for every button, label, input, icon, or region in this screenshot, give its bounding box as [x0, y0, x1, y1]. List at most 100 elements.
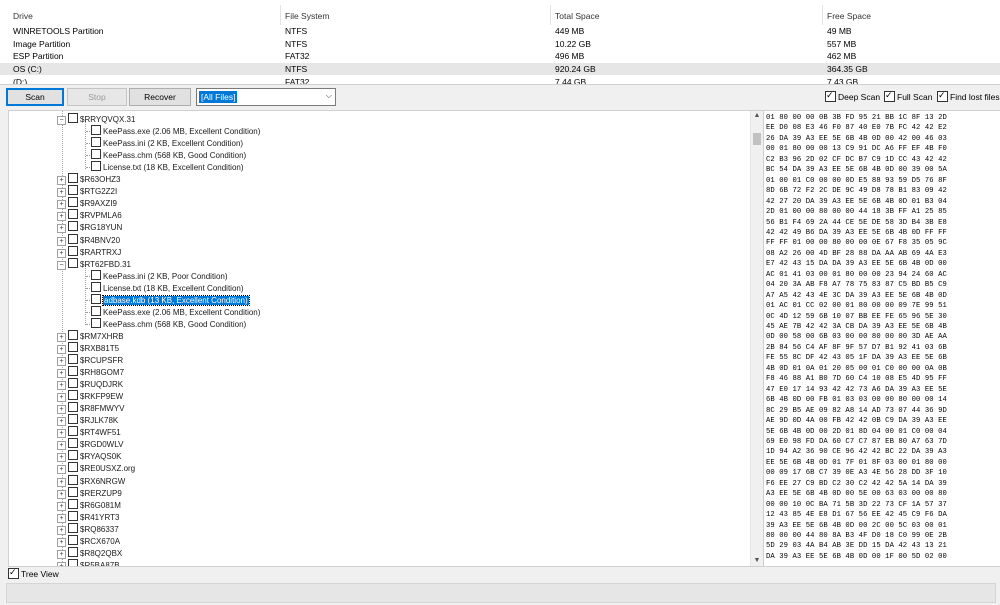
expand-icon[interactable]: +	[57, 393, 66, 403]
expand-icon[interactable]: +	[57, 357, 66, 366]
tree-item-checkbox[interactable]	[91, 305, 101, 316]
tree-item-checkbox[interactable]	[68, 522, 78, 533]
expand-icon[interactable]: +	[57, 176, 66, 186]
tree-folder-item[interactable]: + $RG18YUN	[57, 221, 122, 234]
tree-item-checkbox[interactable]	[68, 462, 78, 473]
drive-list[interactable]: Drive File System Total Space Free Space…	[0, 0, 1000, 85]
tree-folder-item[interactable]: − $RT62FBD.31	[57, 257, 131, 270]
collapse-icon[interactable]: −	[57, 260, 66, 270]
drive-row[interactable]: ESP Partition FAT32 496 MB 462 MB	[0, 50, 1000, 62]
tree-item-checkbox[interactable]	[91, 149, 101, 160]
find-lost-files-checkbox[interactable]: Find lost files	[937, 90, 1000, 103]
tree-folder-item[interactable]: + $R6G081M	[57, 498, 121, 511]
checkbox-checked-icon[interactable]	[937, 90, 948, 102]
tree-folder-item[interactable]: + $R9AXZI9	[57, 197, 117, 210]
expand-icon[interactable]: +	[57, 417, 66, 427]
tree-folder-item[interactable]: + $RQ86337	[57, 522, 119, 535]
tree-item-checkbox[interactable]	[68, 221, 78, 232]
expand-icon[interactable]: +	[57, 369, 66, 379]
recover-button[interactable]: Recover	[129, 88, 191, 106]
scroll-up-icon[interactable]: ▲	[751, 111, 763, 121]
expand-icon[interactable]: +	[57, 513, 66, 523]
tree-item-checkbox[interactable]	[91, 317, 101, 328]
tree-item-checkbox[interactable]	[68, 329, 78, 340]
tree-scrollbar[interactable]: ▲ ▼	[750, 111, 763, 566]
expand-icon[interactable]: +	[57, 549, 66, 559]
tree-folder-item[interactable]: + $R63OHZ3	[57, 173, 120, 186]
tree-item-checkbox[interactable]	[68, 245, 78, 256]
tree-item-checkbox[interactable]	[68, 209, 78, 220]
tree-item-checkbox[interactable]	[91, 281, 101, 292]
collapse-icon[interactable]: −	[57, 116, 66, 125]
expand-icon[interactable]: +	[57, 537, 66, 547]
drive-row[interactable]: Image Partition NTFS 10.22 GB 557 MB	[0, 38, 1000, 50]
drive-row[interactable]: (D:) FAT32 7.44 GB 7.43 GB	[0, 76, 1000, 84]
expand-icon[interactable]: +	[57, 188, 66, 198]
tree-item-checkbox[interactable]	[68, 426, 78, 437]
tree-item-checkbox[interactable]	[91, 161, 101, 172]
tree-folder-item[interactable]: + $R8FMWYV	[57, 402, 124, 415]
tree-item-checkbox[interactable]	[91, 269, 101, 280]
scroll-down-icon[interactable]: ▼	[751, 556, 763, 566]
tree-item-checkbox[interactable]	[68, 474, 78, 485]
tree-item-checkbox[interactable]	[68, 486, 78, 497]
tree-folder-item[interactable]: + $RKFP9EW	[57, 390, 123, 403]
tree-item-checkbox[interactable]	[68, 354, 78, 364]
tree-item-checkbox[interactable]	[68, 414, 78, 425]
tree-folder-item[interactable]: + $RARTRXJ	[57, 245, 121, 258]
expand-icon[interactable]: +	[57, 212, 66, 222]
tree-item-checkbox[interactable]	[68, 450, 78, 461]
drive-row[interactable]: WINRETOOLS Partition NTFS 449 MB 49 MB	[0, 25, 1000, 37]
expand-icon[interactable]: +	[57, 501, 66, 511]
tree-item-checkbox[interactable]	[68, 173, 78, 184]
tree-item-checkbox[interactable]	[68, 390, 78, 401]
tree-item-checkbox[interactable]	[68, 534, 78, 545]
tree-item-checkbox[interactable]	[68, 402, 78, 413]
tree-item-checkbox[interactable]	[68, 378, 78, 389]
expand-icon[interactable]: +	[57, 224, 66, 234]
tree-item-checkbox[interactable]	[68, 197, 78, 208]
tree-item-checkbox[interactable]	[68, 341, 78, 352]
tree-folder-item[interactable]: + $RXB81T5	[57, 341, 119, 354]
tree-item-checkbox[interactable]	[68, 498, 78, 509]
column-header-drive[interactable]: Drive	[13, 10, 33, 22]
drive-row-selected[interactable]: OS (C:) NTFS 920.24 GB 364.35 GB	[0, 63, 1000, 75]
tree-folder-item[interactable]: + $RCX670A	[57, 534, 120, 547]
tree-folder-item[interactable]: + $RCUPSFR	[57, 354, 123, 366]
tree-file-item[interactable]: KeePass.chm (568 KB, Good Condition)	[82, 317, 246, 330]
tree-folder-item[interactable]: + $RT4WF51	[57, 426, 121, 439]
tree-folder-item[interactable]: + $R41YRT3	[57, 510, 119, 523]
expand-icon[interactable]: +	[57, 200, 66, 210]
tree-file-item[interactable]: KeePass.chm (568 KB, Good Condition)	[82, 149, 246, 161]
scan-button[interactable]: Scan	[6, 88, 64, 106]
column-header-file-system[interactable]: File System	[285, 10, 329, 22]
column-header-total-space[interactable]: Total Space	[555, 10, 599, 22]
tree-folder-item[interactable]: − $RRYQVQX.31	[57, 113, 135, 125]
tree-folder-item[interactable]: + $RGD0WLV	[57, 438, 123, 451]
hex-view[interactable]: 01 80 00 00 0B 3B FD 95 21 BB 1C 8F 13 2…	[763, 110, 1000, 567]
expand-icon[interactable]: +	[57, 561, 66, 566]
column-header-free-space[interactable]: Free Space	[827, 10, 871, 22]
expand-icon[interactable]: +	[57, 489, 66, 499]
tree-file-item[interactable]: KeePass.exe (2.06 MB, Excellent Conditio…	[82, 125, 260, 137]
tree-item-checkbox[interactable]	[68, 233, 78, 244]
tree-folder-item[interactable]: + $R8Q2QBX	[57, 546, 122, 559]
stop-button[interactable]: Stop	[67, 88, 127, 106]
tree-folder-item[interactable]: + $RTG2Z2I	[57, 185, 117, 198]
tree-item-checkbox[interactable]	[68, 257, 78, 268]
tree-item-checkbox[interactable]	[68, 185, 78, 196]
file-filter-dropdown[interactable]: [All Files] ⌵	[196, 88, 336, 106]
tree-item-checkbox[interactable]	[91, 137, 101, 148]
file-tree[interactable]: − $RRYQVQX.31 KeePass.exe (2.06 MB, Excell…	[8, 110, 764, 567]
tree-folder-item[interactable]: + $RH8GOM7	[57, 366, 124, 379]
chevron-down-icon[interactable]: ⌵	[326, 91, 332, 101]
expand-icon[interactable]: +	[57, 525, 66, 535]
tree-item-checkbox[interactable]	[68, 366, 78, 377]
expand-icon[interactable]: +	[57, 236, 66, 246]
tree-folder-item[interactable]: + $R5BA87B	[57, 558, 120, 566]
tree-item-checkbox[interactable]	[68, 438, 78, 449]
expand-icon[interactable]: +	[57, 248, 66, 258]
expand-icon[interactable]: +	[57, 465, 66, 475]
tree-item-checkbox[interactable]	[91, 293, 101, 304]
expand-icon[interactable]: +	[57, 344, 66, 354]
